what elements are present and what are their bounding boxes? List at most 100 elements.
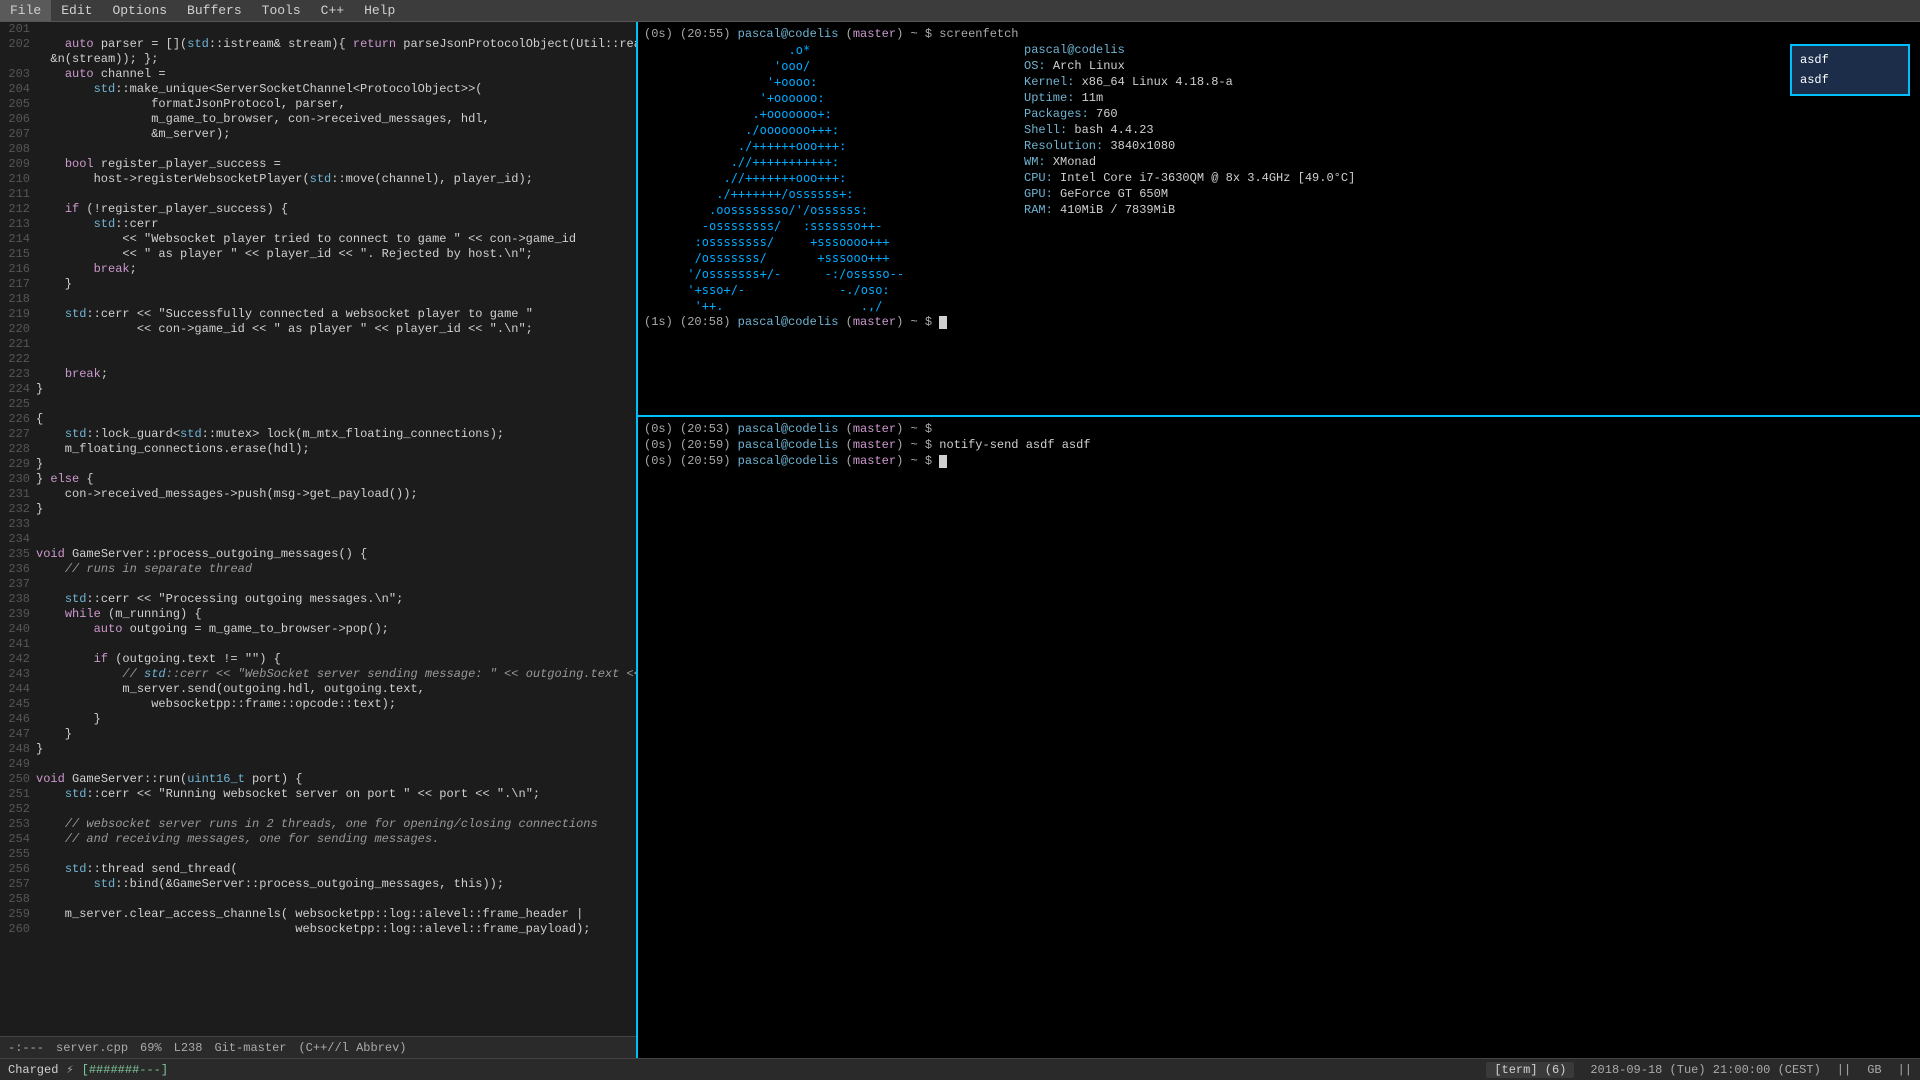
menu-buffers[interactable]: Buffers bbox=[177, 0, 252, 21]
code-line: 225 bbox=[0, 397, 636, 412]
menu-file[interactable]: File bbox=[0, 0, 51, 21]
code-line: 212 if (!register_player_success) { bbox=[0, 202, 636, 217]
code-line: 248} bbox=[0, 742, 636, 757]
terminal-bottom[interactable]: (0s) (20:53) pascal@codelis (master) ~ $… bbox=[638, 417, 1920, 1058]
code-line: 217 } bbox=[0, 277, 636, 292]
code-line: 218 bbox=[0, 292, 636, 307]
menu-help[interactable]: Help bbox=[354, 0, 405, 21]
term-bottom-content: (0s) (20:53) pascal@codelis (master) ~ $… bbox=[644, 421, 1914, 469]
code-line: 255 bbox=[0, 847, 636, 862]
code-line: 234 bbox=[0, 532, 636, 547]
battery-bar: [#######---] bbox=[82, 1063, 168, 1077]
code-area[interactable]: 201202 auto parser = [](std::istream& st… bbox=[0, 22, 636, 1036]
term-bottom-line: (0s) (20:59) pascal@codelis (master) ~ $ bbox=[644, 453, 1914, 469]
code-line: 245 websocketpp::frame::opcode::text); bbox=[0, 697, 636, 712]
term-bottom-line: (0s) (20:59) pascal@codelis (master) ~ $… bbox=[644, 437, 1914, 453]
code-line: 247 } bbox=[0, 727, 636, 742]
code-line: 204 std::make_unique<ServerSocketChannel… bbox=[0, 82, 636, 97]
ac-item-2[interactable]: asdf bbox=[1792, 70, 1908, 90]
code-line: 208 bbox=[0, 142, 636, 157]
code-line: 254 // and receiving messages, one for s… bbox=[0, 832, 636, 847]
main-area: 201202 auto parser = [](std::istream& st… bbox=[0, 22, 1920, 1058]
editor-position: L238 bbox=[174, 1041, 203, 1055]
code-line: 236 // runs in separate thread bbox=[0, 562, 636, 577]
code-line: 226{ bbox=[0, 412, 636, 427]
code-line: 201 bbox=[0, 22, 636, 37]
code-line: 237 bbox=[0, 577, 636, 592]
code-line: 260 websocketpp::log::alevel::frame_payl… bbox=[0, 922, 636, 937]
layout-icon: || bbox=[1898, 1063, 1912, 1077]
editor-mode: -:--- bbox=[8, 1041, 44, 1055]
code-line: 256 std::thread send_thread( bbox=[0, 862, 636, 877]
autocomplete-popup[interactable]: asdf asdf bbox=[1790, 44, 1910, 96]
ac-item-1[interactable]: asdf bbox=[1792, 50, 1908, 70]
code-line: 216 break; bbox=[0, 262, 636, 277]
code-line: 205 formatJsonProtocol, parser, bbox=[0, 97, 636, 112]
terminal-top[interactable]: (0s) (20:55) pascal@codelis (master) ~ $… bbox=[638, 22, 1920, 417]
code-line: 210 host->registerWebsocketPlayer(std::m… bbox=[0, 172, 636, 187]
code-line: 214 << "Websocket player tried to connec… bbox=[0, 232, 636, 247]
term-top-content: (0s) (20:55) pascal@codelis (master) ~ $… bbox=[644, 26, 1914, 330]
menubar: File Edit Options Buffers Tools C++ Help bbox=[0, 0, 1920, 22]
code-line: 249 bbox=[0, 757, 636, 772]
statusbar-left: Charged ⚡ [#######---] bbox=[8, 1062, 168, 1077]
code-line: 231 con->received_messages->push(msg->ge… bbox=[0, 487, 636, 502]
gb-label: GB bbox=[1867, 1063, 1881, 1077]
code-line: 211 bbox=[0, 187, 636, 202]
code-line: 232} bbox=[0, 502, 636, 517]
code-line: 228 m_floating_connections.erase(hdl); bbox=[0, 442, 636, 457]
code-line: 229} bbox=[0, 457, 636, 472]
statusbar-right: [term] (6) 2018-09-18 (Tue) 21:00:00 (CE… bbox=[1486, 1062, 1912, 1078]
editor-panel: 201202 auto parser = [](std::istream& st… bbox=[0, 22, 638, 1058]
code-line: 257 std::bind(&GameServer::process_outgo… bbox=[0, 877, 636, 892]
code-line: 203 auto channel = bbox=[0, 67, 636, 82]
code-line: 206 m_game_to_browser, con->received_mes… bbox=[0, 112, 636, 127]
term-bottom-line: (0s) (20:53) pascal@codelis (master) ~ $ bbox=[644, 421, 1914, 437]
editor-extra: (C++//l Abbrev) bbox=[298, 1041, 406, 1055]
menu-cpp[interactable]: C++ bbox=[311, 0, 354, 21]
code-line: 227 std::lock_guard<std::mutex> lock(m_m… bbox=[0, 427, 636, 442]
code-line: 259 m_server.clear_access_channels( webs… bbox=[0, 907, 636, 922]
code-line: 241 bbox=[0, 637, 636, 652]
code-line: 240 auto outgoing = m_game_to_browser->p… bbox=[0, 622, 636, 637]
menu-edit[interactable]: Edit bbox=[51, 0, 102, 21]
code-line: 251 std::cerr << "Running websocket serv… bbox=[0, 787, 636, 802]
code-line: 221 bbox=[0, 337, 636, 352]
code-line: 230} else { bbox=[0, 472, 636, 487]
code-line: 243 // std::cerr << "WebSocket server se… bbox=[0, 667, 636, 682]
code-line: 222 bbox=[0, 352, 636, 367]
code-line: 238 std::cerr << "Processing outgoing me… bbox=[0, 592, 636, 607]
editor-filename: server.cpp bbox=[56, 1041, 128, 1055]
separator: || bbox=[1837, 1063, 1851, 1077]
term-tab[interactable]: [term] (6) bbox=[1486, 1062, 1574, 1078]
code-line: 209 bool register_player_success = bbox=[0, 157, 636, 172]
code-line: 235void GameServer::process_outgoing_mes… bbox=[0, 547, 636, 562]
code-line: 233 bbox=[0, 517, 636, 532]
code-line: 215 << " as player " << player_id << ". … bbox=[0, 247, 636, 262]
code-line: 258 bbox=[0, 892, 636, 907]
charged-label: Charged bbox=[8, 1063, 58, 1077]
editor-branch: Git-master bbox=[214, 1041, 286, 1055]
code-line: 220 << con->game_id << " as player " << … bbox=[0, 322, 636, 337]
terminal-panel: (0s) (20:55) pascal@codelis (master) ~ $… bbox=[638, 22, 1920, 1058]
code-line: 224} bbox=[0, 382, 636, 397]
code-line: 250void GameServer::run(uint16_t port) { bbox=[0, 772, 636, 787]
code-line: 239 while (m_running) { bbox=[0, 607, 636, 622]
datetime: 2018-09-18 (Tue) 21:00:00 (CEST) bbox=[1590, 1063, 1820, 1077]
statusbar: Charged ⚡ [#######---] [term] (6) 2018-0… bbox=[0, 1058, 1920, 1080]
code-line: 207 &m_server); bbox=[0, 127, 636, 142]
code-line: 219 std::cerr << "Successfully connected… bbox=[0, 307, 636, 322]
menu-options[interactable]: Options bbox=[102, 0, 177, 21]
menu-tools[interactable]: Tools bbox=[252, 0, 311, 21]
battery-icon: ⚡ bbox=[66, 1062, 73, 1077]
code-line: 242 if (outgoing.text != "") { bbox=[0, 652, 636, 667]
code-line: 223 break; bbox=[0, 367, 636, 382]
code-line: 252 bbox=[0, 802, 636, 817]
code-line: 244 m_server.send(outgoing.hdl, outgoing… bbox=[0, 682, 636, 697]
code-line: 246 } bbox=[0, 712, 636, 727]
code-line: 253 // websocket server runs in 2 thread… bbox=[0, 817, 636, 832]
code-line: &n(stream)); }; bbox=[0, 52, 636, 67]
code-line: 213 std::cerr bbox=[0, 217, 636, 232]
code-line: 202 auto parser = [](std::istream& strea… bbox=[0, 37, 636, 52]
editor-percent: 69% bbox=[140, 1041, 162, 1055]
